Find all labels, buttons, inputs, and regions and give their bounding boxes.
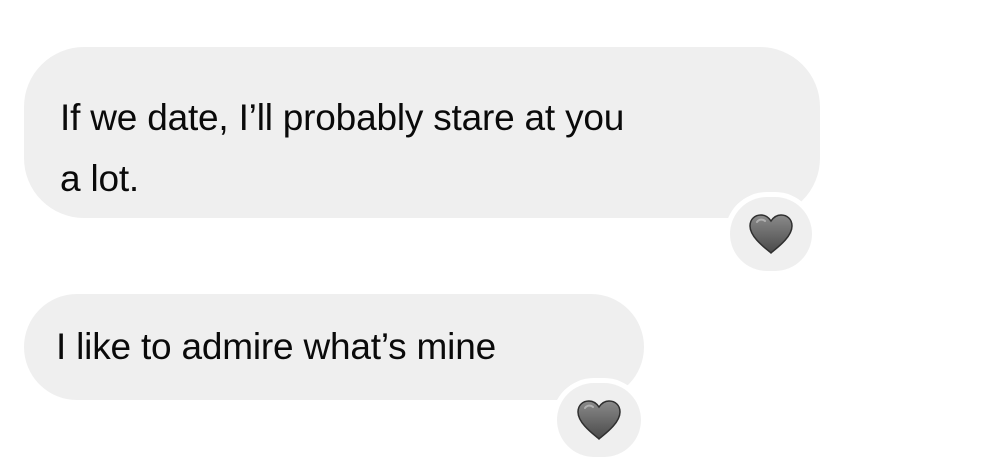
reaction-badge[interactable] [557, 383, 641, 457]
grey-heart-icon [577, 400, 621, 441]
reaction-badge[interactable] [730, 197, 812, 271]
grey-heart-icon [749, 214, 793, 255]
message-bubble[interactable]: I like to admire what’s mine [24, 294, 644, 400]
message-bubble[interactable]: If we date, I’ll probably stare at you a… [24, 47, 820, 218]
message-text: I like to admire what’s mine [56, 326, 496, 367]
message-text: If we date, I’ll probably stare at you a… [60, 97, 625, 199]
